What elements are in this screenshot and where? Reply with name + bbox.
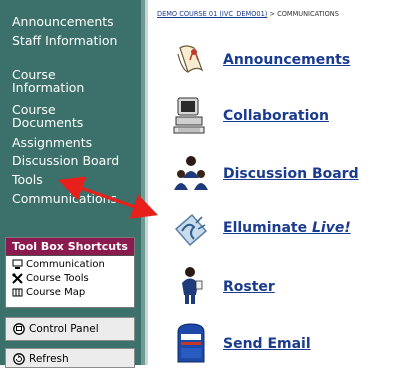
sidebar-item-label: Course Documents — [12, 102, 84, 130]
refresh-button[interactable]: Refresh — [5, 348, 135, 368]
toolbox-item-label: Communication — [26, 259, 105, 270]
toolbox-item-label: Course Map — [26, 287, 86, 298]
elluminate-icon — [172, 209, 210, 251]
elluminate-live-label: Live! — [312, 220, 351, 236]
sidebar-item-label: Staff Information — [12, 33, 118, 48]
sidebar-item-label: Announcements — [12, 14, 114, 29]
breadcrumb-separator: > — [269, 10, 276, 18]
elluminate-label: Elluminate — [223, 220, 308, 236]
sidebar-divider-highlight — [145, 0, 148, 365]
sidebar-item-communications[interactable]: Communications — [12, 192, 117, 205]
sidebar-item-label: Tools — [12, 172, 43, 187]
sidebar-item-label: Discussion Board — [12, 153, 120, 168]
control-panel-label: Control Panel — [29, 323, 99, 335]
elluminate-live-link[interactable]: Elluminate Live! — [223, 220, 351, 236]
sidebar-item-label: Course Information — [12, 67, 85, 95]
tool-row-elluminate: Elluminate Live! — [170, 209, 399, 251]
toolbox-item-course-tools[interactable]: Course Tools — [6, 272, 134, 285]
toolbox-shortcuts-panel: Tool Box Shortcuts Communication Course … — [5, 237, 135, 308]
send-email-link[interactable]: Send Email — [223, 336, 311, 352]
tools-icon — [12, 273, 23, 284]
control-panel-button[interactable]: Control Panel — [5, 317, 135, 341]
sidebar-item-discussion-board[interactable]: Discussion Board — [12, 154, 119, 167]
collaboration-link[interactable]: Collaboration — [223, 108, 329, 124]
toolbox-title: Tool Box Shortcuts — [6, 238, 134, 256]
tool-row-discussion-board: Discussion Board — [170, 154, 399, 196]
discussion-people-icon — [172, 154, 210, 196]
toolbox-item-label: Course Tools — [26, 273, 89, 284]
toolbox-item-course-map[interactable]: Course Map — [6, 286, 134, 299]
sidebar-item-staff-information[interactable]: Staff Information — [12, 34, 122, 47]
toolbox-item-communication[interactable]: Communication — [6, 258, 134, 271]
discussion-board-link[interactable]: Discussion Board — [223, 166, 359, 182]
tool-row-send-email: Send Email — [170, 322, 399, 364]
sidebar-item-course-documents[interactable]: Course Documents — [12, 103, 112, 129]
sidebar-item-announcements[interactable]: Announcements — [12, 15, 114, 28]
refresh-icon — [13, 353, 25, 365]
control-panel-icon — [13, 323, 25, 335]
tool-row-roster: Roster — [170, 265, 399, 307]
refresh-label: Refresh — [29, 353, 69, 365]
breadcrumb-current: COMMUNICATIONS — [277, 10, 339, 18]
announcement-scroll-icon — [172, 40, 210, 82]
computer-icon — [172, 96, 210, 138]
sidebar-item-tools[interactable]: Tools — [12, 173, 43, 186]
tool-row-announcements: Announcements — [170, 40, 399, 82]
sidebar-item-assignments[interactable]: Assignments — [12, 136, 92, 149]
sidebar-item-label: Assignments — [12, 135, 93, 150]
course-menu-sidebar: Announcements Staff Information Course I… — [0, 0, 141, 368]
sidebar-item-course-information[interactable]: Course Information — [12, 68, 122, 94]
breadcrumb-course-link[interactable]: DEMO COURSE 01 (IVC_DEMO01) — [157, 10, 267, 18]
announcements-link[interactable]: Announcements — [223, 52, 350, 68]
tool-row-collaboration: Collaboration — [170, 96, 399, 138]
sidebar-item-label: Communications — [12, 191, 118, 206]
mailbox-icon — [172, 322, 210, 364]
roster-person-icon — [172, 265, 210, 307]
map-icon — [12, 287, 23, 298]
monitor-icon — [12, 259, 23, 270]
roster-link[interactable]: Roster — [223, 279, 275, 295]
breadcrumb: DEMO COURSE 01 (IVC_DEMO01) > COMMUNICAT… — [157, 10, 339, 18]
